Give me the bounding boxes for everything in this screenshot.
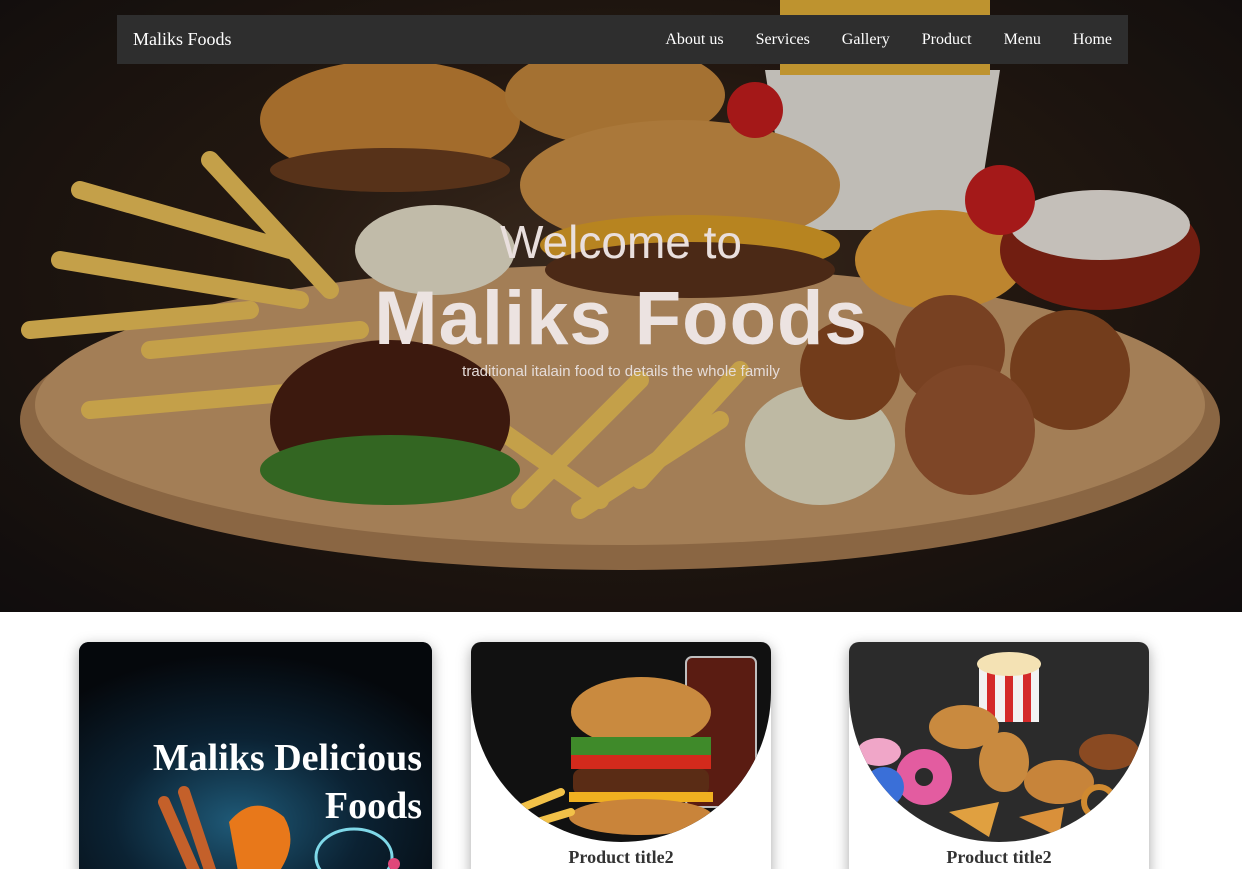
nav-link-product[interactable]: Product	[922, 31, 972, 49]
product-title: Product title2	[568, 847, 674, 867]
hero-title: Maliks Foods	[374, 276, 868, 361]
nav-link-gallery[interactable]: Gallery	[842, 31, 890, 49]
top-navbar: Maliks Foods About us Services Gallery P…	[117, 15, 1128, 64]
product-image-fast-food	[849, 642, 1149, 842]
feature-card-title: Maliks Delicious Foods	[152, 737, 422, 827]
nav-link-menu[interactable]: Menu	[1004, 31, 1041, 49]
hero-tagline: traditional italain food to details the …	[462, 363, 780, 380]
feature-card[interactable]: Maliks Delicious Foods	[79, 642, 432, 869]
product-image-burger	[471, 642, 771, 842]
product-card[interactable]: Product title2	[849, 642, 1149, 869]
nav-link-home[interactable]: Home	[1073, 31, 1112, 49]
brand-logo[interactable]: Maliks Foods	[133, 29, 232, 50]
product-card[interactable]: Product title2	[471, 642, 771, 869]
nav-links: About us Services Gallery Product Menu H…	[633, 31, 1112, 49]
nav-link-services[interactable]: Services	[756, 31, 810, 49]
nav-link-about-us[interactable]: About us	[665, 31, 723, 49]
hero-welcome-text: Welcome to	[499, 216, 743, 268]
product-title: Product title2	[946, 847, 1052, 867]
hero-banner: Maliks Foods About us Services Gallery P…	[0, 0, 1242, 612]
